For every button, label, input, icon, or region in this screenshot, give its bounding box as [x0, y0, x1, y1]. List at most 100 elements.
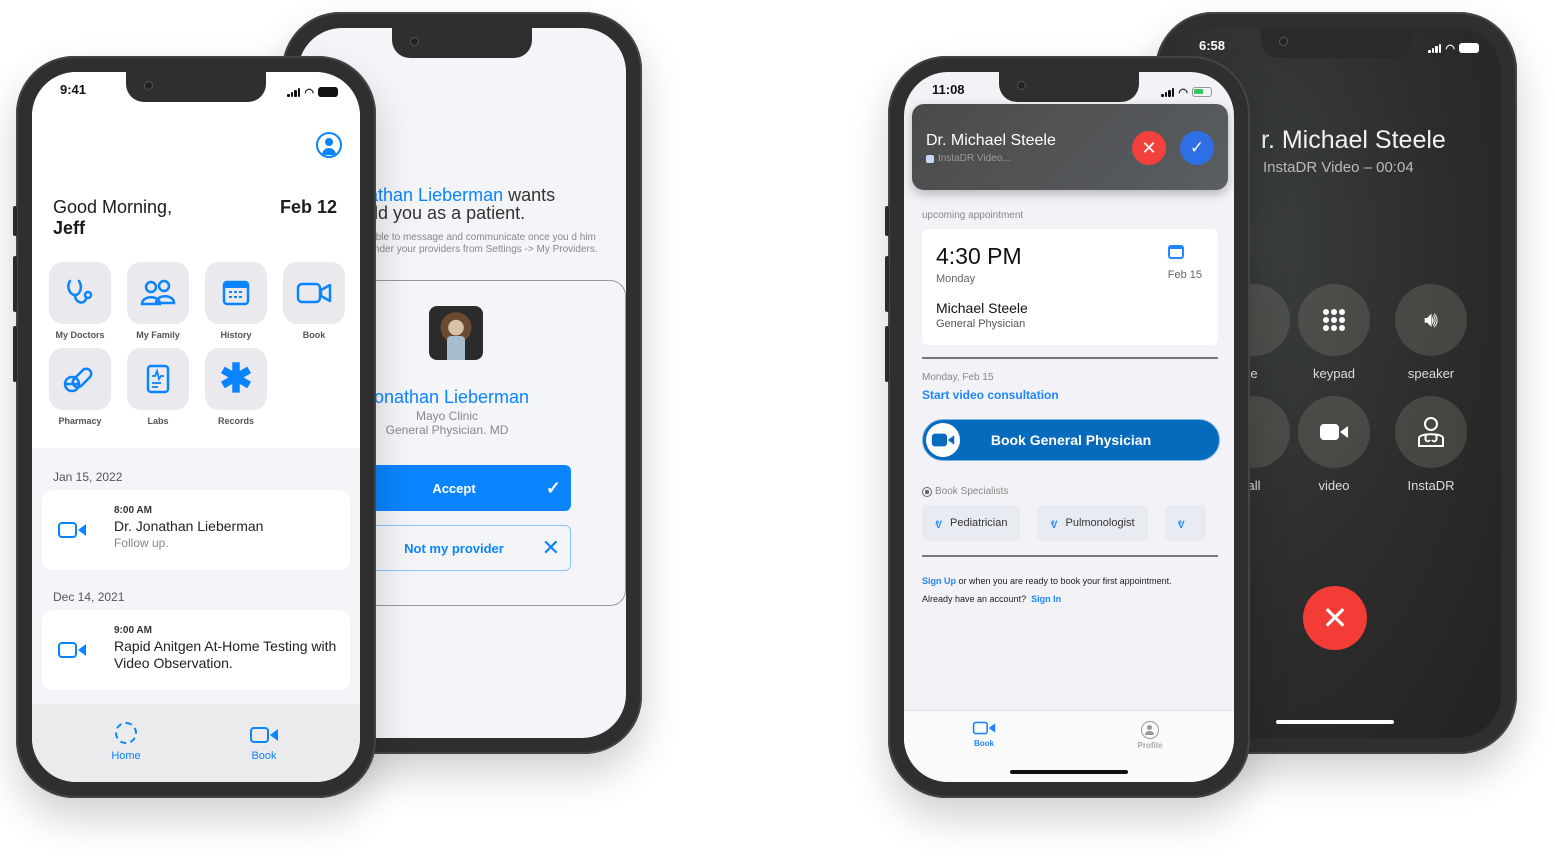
status-time: 9:41	[60, 82, 87, 97]
specialist-chip-pediatrician[interactable]: ⱴ Pediatrician	[922, 505, 1021, 541]
tile-label: History	[220, 330, 252, 340]
status-bar: 9:41 ◠	[32, 82, 360, 102]
tile-label: Pharmacy	[58, 416, 102, 426]
home-indicator	[1010, 770, 1128, 774]
end-call-button[interactable]: ✕	[1303, 586, 1367, 650]
signup-text: or when you are ready to book your first…	[956, 576, 1172, 586]
decline-call-button[interactable]: ✕	[1132, 131, 1166, 165]
signal-icon	[1428, 43, 1442, 53]
wifi-icon: ◠	[1445, 42, 1455, 55]
phone-home: 9:41 ◠ Good Morning, Jeff Feb 12 My Doct…	[13, 56, 376, 798]
notification-app-name: InstaDR Video...	[938, 153, 1011, 164]
appointment-item[interactable]: 8:00 AM Dr. Jonathan Lieberman Follow up…	[42, 490, 350, 570]
user-icon-body	[322, 148, 336, 155]
tab-book[interactable]: Book	[959, 719, 1009, 748]
side-button	[13, 256, 17, 312]
phone-booking: 11:08 ◠ Dr. Michael Steele InstaDR Video…	[885, 56, 1250, 798]
caller-name: r. Michael Steele	[1261, 126, 1446, 154]
specialists-list: ⱴ Pediatrician ⱴ Pulmonologist ⱴ	[922, 505, 1206, 541]
tab-label: Profile	[1137, 741, 1163, 750]
profile-button[interactable]	[316, 132, 342, 158]
tile-my-doctors[interactable]: My Doctors	[49, 262, 111, 340]
side-button	[885, 256, 889, 312]
call-button-label: InstaDR	[1407, 478, 1455, 493]
specialist-chip-more[interactable]: ⱴ	[1164, 505, 1206, 541]
tile-label: Labs	[147, 416, 169, 426]
battery-icon	[1459, 43, 1479, 53]
accept-label: Accept	[432, 480, 476, 496]
invite-heading-text: wants	[503, 185, 556, 205]
signal-icon	[287, 87, 301, 97]
appointment-date: Dec 14, 2021	[53, 590, 125, 604]
specialist-chip-pulmonologist[interactable]: ⱴ Pulmonologist	[1037, 505, 1148, 541]
tab-bar: Home Book	[32, 704, 360, 782]
video-icon	[972, 721, 996, 735]
upcoming-appointment-card[interactable]: 4:30 PM Monday Michael Steele General Ph…	[922, 229, 1218, 345]
doctor-photo	[429, 306, 483, 360]
user-name: Jeff	[53, 218, 86, 238]
incoming-call-notification[interactable]: Dr. Michael Steele InstaDR Video... ✕ ✓	[912, 104, 1228, 190]
check-icon: ✓	[1189, 138, 1205, 157]
wifi-icon: ◠	[1178, 86, 1188, 99]
tab-label: Book	[251, 750, 277, 762]
appointment-day: Monday	[936, 273, 976, 285]
video-icon	[1298, 396, 1370, 468]
signal-icon	[1161, 87, 1175, 97]
tile-labs[interactable]: Labs	[127, 348, 189, 426]
sign-in-link[interactable]: Sign In	[1031, 594, 1061, 604]
call-button-speaker[interactable]: 🔊︎ speaker	[1395, 284, 1467, 381]
tile-my-family[interactable]: My Family	[127, 262, 189, 340]
calendar-icon	[205, 262, 267, 324]
call-subtitle: InstaDR Video – 00:04	[1263, 159, 1414, 176]
lab-report-icon	[127, 348, 189, 410]
home-screen: 9:41 ◠ Good Morning, Jeff Feb 12 My Doct…	[32, 72, 360, 782]
tab-book[interactable]: Book	[234, 726, 294, 762]
sign-up-link[interactable]: Sign Up	[922, 576, 956, 586]
wifi-icon: ◠	[304, 86, 314, 99]
call-button-keypad[interactable]: keypad	[1298, 284, 1370, 381]
appointment-item[interactable]: 9:00 AM Rapid Anitgen At-Home Testing wi…	[42, 610, 350, 690]
home-icon	[115, 722, 137, 744]
mockup-stage: nathan Lieberman wants add you as a pati…	[0, 0, 1555, 868]
book-general-physician-button[interactable]: Book General Physician	[922, 419, 1220, 461]
greeting: Good Morning, Jeff	[53, 197, 172, 239]
specialists-label: Book Specialists	[922, 486, 1008, 497]
tile-book[interactable]: Book	[283, 262, 345, 340]
tile-history[interactable]: History	[205, 262, 267, 340]
chip-label: Pulmonologist	[1065, 517, 1135, 529]
upcoming-label: upcoming appointment	[922, 210, 1024, 221]
family-icon	[127, 262, 189, 324]
battery-icon	[318, 87, 338, 97]
tile-label: My Doctors	[55, 330, 105, 340]
invite-heading-text-2: add you as a patient.	[358, 203, 526, 223]
appointment-doctor: Michael Steele	[936, 300, 1028, 316]
tab-profile[interactable]: Profile	[1125, 721, 1175, 750]
asterisk-icon: ✱	[205, 348, 267, 410]
status-icons: ◠	[287, 82, 338, 102]
appointment-specialty: General Physician	[936, 318, 1026, 330]
booking-screen: 11:08 ◠ Dr. Michael Steele InstaDR Video…	[904, 72, 1234, 782]
notification-caller: Dr. Michael Steele	[926, 132, 1056, 149]
close-icon: ✕	[1141, 137, 1157, 158]
close-icon: ✕	[541, 535, 560, 560]
call-button-video[interactable]: video	[1298, 396, 1370, 493]
appointment-date: Feb 15	[1167, 269, 1202, 281]
tab-label: Home	[111, 750, 141, 762]
appointment-time: 9:00 AM	[114, 625, 152, 636]
tab-home[interactable]: Home	[96, 722, 156, 762]
tab-bar: Book Profile	[904, 710, 1234, 782]
doctor-clinic: Mayo Clinic	[415, 409, 478, 423]
call-button-instadr[interactable]: InstaDR	[1395, 396, 1467, 493]
tile-records[interactable]: ✱ Records	[205, 348, 267, 426]
video-icon	[58, 521, 86, 539]
appointment-time: 4:30 PM	[936, 243, 1022, 269]
reject-label: Not my provider	[404, 540, 504, 556]
battery-charging-icon	[1192, 87, 1212, 97]
side-button	[885, 206, 889, 236]
start-video-consultation-link[interactable]: Start video consultation	[922, 388, 1059, 402]
tile-pharmacy[interactable]: Pharmacy	[49, 348, 111, 426]
stethoscope-icon: ⱴ	[1177, 515, 1185, 531]
pills-icon	[49, 348, 111, 410]
call-button-label: keypad	[1313, 366, 1355, 381]
accept-call-button[interactable]: ✓	[1180, 131, 1214, 165]
